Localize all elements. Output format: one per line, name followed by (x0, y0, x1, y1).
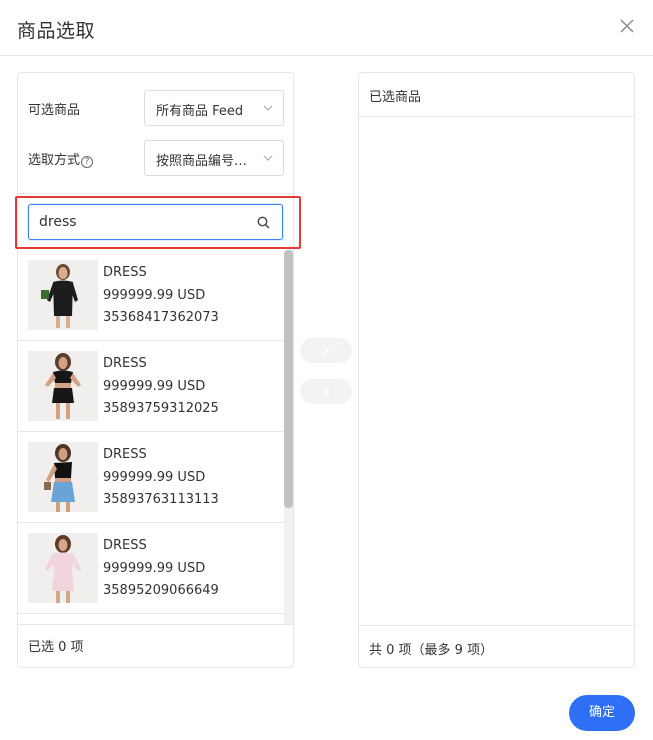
dialog-header: 商品选取 (0, 0, 653, 56)
product-list: DRESS 999999.99 USD 35368417362073 DRESS… (18, 250, 284, 624)
product-id: 35893763113113 (103, 492, 219, 507)
source-label: 可选商品 (28, 103, 81, 118)
product-id: 35895209066649 (103, 583, 219, 598)
list-item[interactable] (18, 614, 284, 624)
dialog-title: 商品选取 (17, 20, 96, 42)
selected-footer-divider (359, 625, 634, 626)
product-thumbnail (28, 260, 98, 330)
list-item[interactable]: DRESS 999999.99 USD 35368417362073 (18, 250, 284, 341)
confirm-button[interactable]: 确定 (569, 695, 635, 731)
list-item[interactable]: DRESS 999999.99 USD 35893759312025 (18, 341, 284, 432)
close-button[interactable] (617, 16, 637, 36)
product-thumbnail (28, 351, 98, 421)
product-id: 35893759312025 (103, 401, 219, 416)
product-price: 999999.99 USD (103, 287, 206, 303)
chevron-right-icon (322, 345, 329, 356)
source-row: 可选商品 所有商品 Feed (18, 90, 295, 126)
selected-total: 共 0 项（最多 9 项） (369, 643, 494, 658)
chevron-down-icon (263, 155, 273, 161)
product-name: DRESS (103, 265, 147, 280)
source-select[interactable]: 所有商品 Feed (144, 90, 284, 126)
help-icon[interactable]: ? (81, 156, 94, 168)
form-divider (18, 193, 295, 194)
product-info: DRESS 999999.99 USD 35895209066649 (103, 535, 219, 603)
method-row: 选取方式? 按照商品编号… (18, 140, 295, 176)
method-select-value: 按照商品编号… (156, 154, 248, 169)
product-info: DRESS 999999.99 USD 35893763113113 (103, 444, 219, 512)
product-select-dialog: 商品选取 可选商品 所有商品 Feed 选取方式? 按照商品编号… dress … (0, 0, 653, 740)
search-field[interactable] (28, 204, 283, 240)
product-name: DRESS (103, 356, 147, 371)
product-id: 35368417362073 (103, 310, 219, 325)
method-label: 选取方式? (28, 149, 94, 168)
product-price: 999999.99 USD (103, 469, 206, 485)
list-item[interactable]: DRESS 999999.99 USD 35893763113113 (18, 432, 284, 523)
product-thumbnail (28, 442, 98, 512)
add-to-selected-button[interactable] (300, 338, 352, 363)
chevron-left-icon (323, 386, 330, 397)
product-info: DRESS 999999.99 USD 35368417362073 (103, 262, 219, 330)
method-select[interactable]: 按照商品编号… (144, 140, 284, 176)
product-price: 999999.99 USD (103, 560, 206, 576)
selected-header-divider (359, 116, 634, 117)
selected-panel-title: 已选商品 (369, 90, 422, 105)
source-select-value: 所有商品 Feed (156, 104, 244, 119)
product-name: DRESS (103, 538, 147, 553)
left-footer-divider (18, 624, 293, 625)
list-scrollbar-thumb[interactable] (284, 250, 293, 508)
search-input[interactable] (39, 205, 249, 239)
list-item[interactable]: DRESS 999999.99 USD 35895209066649 (18, 523, 284, 614)
remove-from-selected-button[interactable] (300, 379, 352, 404)
selected-products-panel: 已选商品 共 0 项（最多 9 项） (358, 72, 635, 668)
product-thumbnail (28, 533, 98, 603)
selected-count: 已选 0 项 (28, 640, 84, 655)
close-icon (620, 19, 634, 33)
product-price: 999999.99 USD (103, 378, 206, 394)
chevron-down-icon (263, 105, 273, 111)
product-info: DRESS 999999.99 USD 35893759312025 (103, 353, 219, 421)
product-name: DRESS (103, 447, 147, 462)
search-icon[interactable] (257, 216, 270, 229)
